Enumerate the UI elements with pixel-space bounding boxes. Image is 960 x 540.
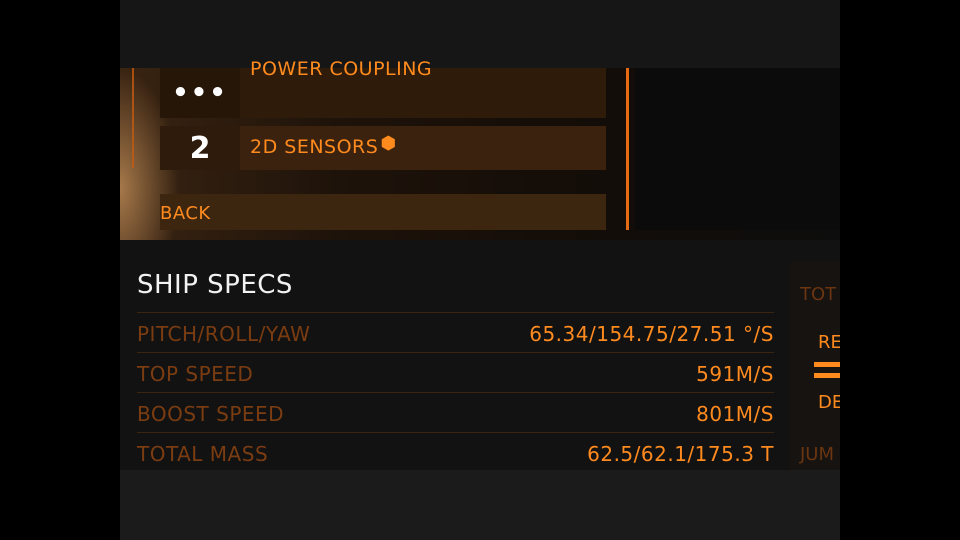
module-menu: ••• POWER COUPLING 2 2D SENSORS ⬢ BACK [120,58,840,240]
menu-rule-left [132,68,134,168]
side-heading: TOT [800,284,837,305]
side-column: TOT RE DE JUM [790,262,840,470]
spec-row-top-speed: TOP SPEED 591M/S [137,352,774,393]
spec-value: 62.5/62.1/175.3 T [587,442,774,466]
game-viewport: ••• POWER COUPLING 2 2D SENSORS ⬢ BACK SH… [120,0,840,540]
spec-row-boost-speed: BOOST SPEED 801M/S [137,392,774,433]
module-label-text: 2D SENSORS [250,136,379,158]
side-label-jump: JUM [800,444,835,465]
spec-label: TOTAL MASS [137,442,269,466]
spec-label: BOOST SPEED [137,402,285,426]
class-number-icon: 2 [160,126,240,170]
module-row-power-coupling[interactable]: ••• POWER COUPLING [160,58,606,118]
spec-row-total-mass: TOTAL MASS 62.5/62.1/175.3 T [137,432,774,473]
engineered-badge-icon: ⬢ [380,133,397,154]
menu-rule-right [626,68,629,230]
letterbox-left [0,0,120,540]
ship-specs-panel: SHIP SPECS PITCH/ROLL/YAW 65.34/154.75/2… [120,262,780,470]
spec-value: 65.34/154.75/27.51 °/S [529,322,774,346]
back-button-label: BACK [160,203,211,224]
spec-value: 801M/S [696,402,774,426]
module-row-sensors[interactable]: 2 2D SENSORS ⬢ [160,126,606,170]
more-dots-icon: ••• [160,68,240,118]
top-band [120,0,840,68]
side-label-de: DE [818,392,840,413]
ship-specs-title: SHIP SPECS [137,270,293,300]
spec-value: 591M/S [696,362,774,386]
letterbox-right [840,0,960,540]
back-button[interactable]: BACK [160,194,606,230]
module-label: POWER COUPLING [250,58,433,80]
spec-row-pitch-roll-yaw: PITCH/ROLL/YAW 65.34/154.75/27.51 °/S [137,312,774,353]
spec-label: PITCH/ROLL/YAW [137,322,311,346]
module-label: 2D SENSORS ⬢ [250,133,397,158]
side-label-re: RE [818,332,840,353]
equal-bars-icon [814,362,840,378]
preview-panel [635,68,840,230]
bottom-band [120,470,840,540]
spec-label: TOP SPEED [137,362,254,386]
